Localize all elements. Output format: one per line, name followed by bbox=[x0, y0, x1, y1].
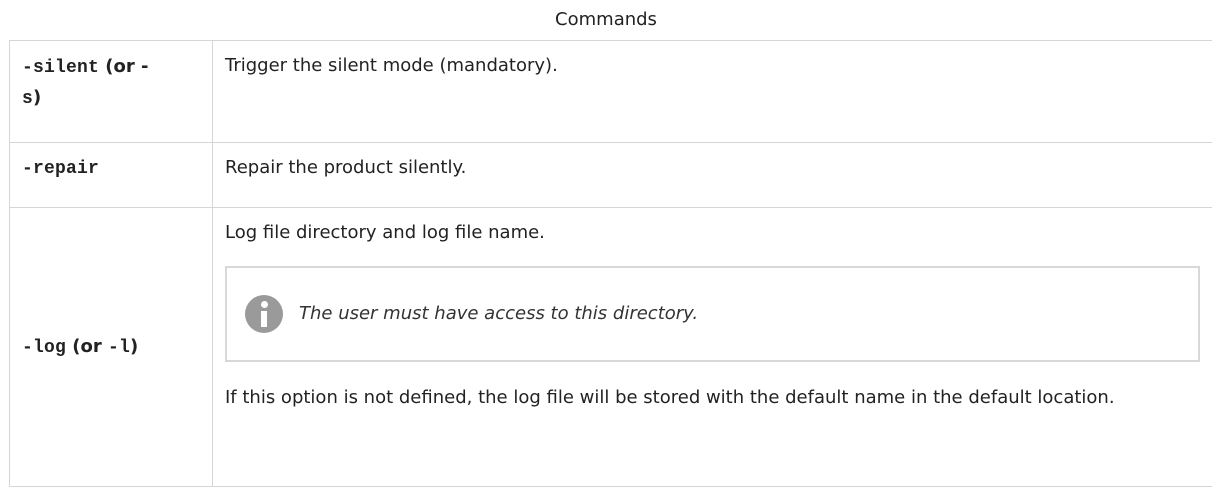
option-alias-code: s bbox=[22, 89, 33, 109]
option-cell: -log (or -l) bbox=[10, 208, 213, 487]
table-caption: Commands bbox=[0, 0, 1212, 40]
option-code: -log bbox=[22, 338, 66, 358]
option-code: -silent bbox=[22, 58, 99, 78]
table-row: -repair Repair the product silently. bbox=[10, 143, 1212, 208]
option-cell: -repair bbox=[10, 143, 213, 208]
commands-table: -silent (or - s) Trigger the silent mode … bbox=[9, 40, 1212, 487]
description-text: Log file directory and log file name. bbox=[225, 220, 1201, 246]
option-alias-label: (or bbox=[66, 336, 108, 357]
option-code: -repair bbox=[22, 159, 99, 179]
description-text: Trigger the silent mode (mandatory). bbox=[225, 55, 558, 76]
description-cell: Trigger the silent mode (mandatory). bbox=[213, 41, 1212, 143]
option-alias-close: ) bbox=[33, 87, 41, 108]
description-text: Repair the product silently. bbox=[225, 157, 466, 178]
description-cell: Repair the product silently. bbox=[213, 143, 1212, 208]
info-icon bbox=[245, 295, 283, 333]
option-cell: -silent (or - s) bbox=[10, 41, 213, 143]
option-alias-code: -l bbox=[108, 338, 130, 358]
option-alias-close: ) bbox=[130, 336, 138, 357]
option-alias-label: (or - bbox=[99, 56, 148, 77]
table-row: -silent (or - s) Trigger the silent mode … bbox=[10, 41, 1212, 143]
description-cell: Log file directory and log file name. Th… bbox=[213, 208, 1212, 487]
after-note-text: If this option is not defined, the log f… bbox=[225, 382, 1155, 414]
note-box: The user must have access to this direct… bbox=[225, 266, 1200, 362]
note-text: The user must have access to this direct… bbox=[299, 301, 698, 327]
table-row: -log (or -l) Log file directory and log … bbox=[10, 208, 1212, 487]
